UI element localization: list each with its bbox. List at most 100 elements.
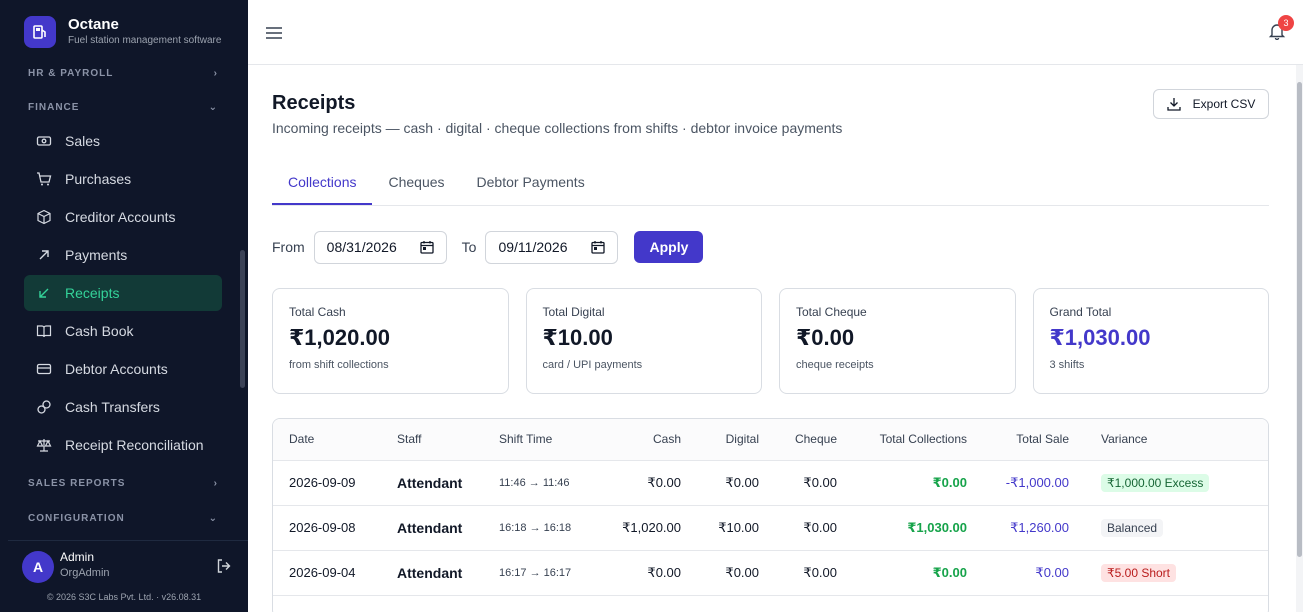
column-header[interactable]: Cheque [759,419,837,461]
sidebar-item-purchases[interactable]: Purchases [24,161,222,197]
cell-cash: ₹1,020.00 [601,505,681,551]
avatar[interactable]: A [22,551,54,583]
column-header[interactable]: Digital [681,419,759,461]
page-title: Receipts [272,92,356,114]
column-header[interactable]: Variance [1069,419,1268,461]
page-scrollbar[interactable] [1297,82,1302,557]
card-label: Total Digital [542,305,605,319]
sidebar-item-label: Sales [65,133,101,149]
sidebar-item-sales[interactable]: Sales [24,123,222,159]
to-date-value: 09/11/2026 [498,239,568,255]
cell-date: 2026-09-09 [273,460,397,506]
export-csv-button[interactable]: Export CSV [1153,89,1269,119]
cell-cheque: ₹0.00 [759,505,837,551]
cell-total-collections: ₹0.00 [837,460,967,506]
nav-section-finance[interactable]: FINANCE ⌄ [28,102,218,113]
sidebar-item-label: Creditor Accounts [65,209,176,225]
status-badge: Balanced [1101,518,1164,537]
sidebar-item-payments[interactable]: Payments [24,237,222,273]
sidebar-scrollbar[interactable] [240,250,245,388]
card-note: card / UPI payments [542,359,643,371]
sidebar-item-receipt-reconciliation[interactable]: Receipt Reconciliation [24,427,222,463]
brand-subtitle: Fuel station management software [68,35,222,46]
brand[interactable]: Octane Fuel station management software [24,16,221,48]
tab-debtor-payments[interactable]: Debtor Payments [461,165,601,205]
apply-button[interactable]: Apply [634,231,704,263]
tab-cheques[interactable]: Cheques [372,165,460,205]
sidebar-item-label: Receipts [65,285,120,301]
nav-section-configuration[interactable]: CONFIGURATION ⌄ [28,513,218,524]
cell-date: 2026-09-04 [273,550,397,596]
card-grand-total: Grand Total ₹1,030.00 3 shifts [1032,288,1269,394]
column-header[interactable]: Cash [601,419,681,461]
cell-total-sale: -₹1,000.00 [967,460,1069,506]
sidebar-item-label: Cash Book [65,323,134,339]
export-csv-label: Export CSV [1192,97,1256,111]
card-value: ₹1,020.00 [289,325,390,350]
card-note: cheque receipts [796,359,874,371]
chevron-down-icon: ⌄ [208,102,218,113]
column-header[interactable]: Date [273,419,397,461]
sidebar-item-debtor-accounts[interactable]: Debtor Accounts [24,351,222,387]
card-value: ₹0.00 [796,325,855,350]
card-note: 3 shifts [1049,359,1085,371]
main-content: Receipts Incoming receipts — cash · digi… [248,65,1296,612]
table-row[interactable]: 2026-09-09 Attendant 11:46 → 11:46 ₹0.00… [273,460,1268,506]
menu-icon[interactable] [265,24,283,42]
cell-staff: Attendant [397,505,499,551]
sidebar: Octane Fuel station management software … [0,0,248,612]
user-profile: A Admin OrgAdmin [8,540,248,590]
to-date-input[interactable]: 09/11/2026 [485,230,619,264]
cell-digital: ₹0.00 [681,550,759,596]
user-role: OrgAdmin [60,567,110,579]
calendar-icon [420,241,434,254]
sidebar-item-label: Receipt Reconciliation [65,437,204,453]
card-total-digital: Total Digital ₹10.00 card / UPI payments [525,288,762,394]
nav-section-hr[interactable]: HR & PAYROLL › [28,68,218,79]
user-name: Admin [60,550,95,564]
status-badge: ₹5.00 Short [1101,563,1177,582]
card-label: Total Cheque [796,305,867,319]
footer-copyright: © 2026 S3C Labs Pvt. Ltd. · v26.08.31 [46,592,202,602]
cell-shift-time: 16:18 → 16:18 [499,505,601,551]
brand-name: Octane [68,16,119,33]
cell-total-sale: ₹0.00 [967,550,1069,596]
from-date-input[interactable]: 08/31/2026 [313,230,447,264]
status-badge: ₹1,000.00 Excess [1101,473,1210,492]
column-header[interactable]: Total Sale [967,419,1069,461]
summary-cards: Total Cash ₹1,020.00 from shift collecti… [272,288,1269,394]
sidebar-item-label: Cash Transfers [65,399,160,415]
nav-section-sales-reports[interactable]: SALES REPORTS › [28,478,218,489]
sidebar-item-label: Payments [65,247,128,263]
cell-cash: ₹0.00 [601,460,681,506]
sidebar-item-creditor-accounts[interactable]: Creditor Accounts [24,199,222,235]
card-total-cheque: Total Cheque ₹0.00 cheque receipts [779,288,1016,394]
sidebar-item-cash-book[interactable]: Cash Book [24,313,222,349]
chevron-right-icon: › [213,478,218,489]
tab-collections[interactable]: Collections [272,165,373,205]
download-icon [1166,98,1181,111]
from-date-value: 08/31/2026 [326,239,397,255]
date-filter: From 08/31/2026 To 09/11/2026 Apply [272,230,704,264]
table-row[interactable]: 2026-09-04 Attendant 16:17 → 16:17 ₹0.00… [273,550,1268,596]
nav-section-label: HR & PAYROLL [28,68,114,79]
arrow-down-left-icon [36,285,52,301]
cell-cheque: ₹0.00 [759,550,837,596]
calendar-icon [591,241,606,254]
box-icon [36,209,52,225]
top-bar: 3 [248,0,1303,65]
logout-icon[interactable] [216,558,232,574]
sidebar-item-receipts[interactable]: Receipts [24,275,222,311]
book-icon [36,323,52,339]
nav-section-label: FINANCE [28,102,80,113]
column-header[interactable]: Shift Time [499,419,601,461]
sidebar-item-cash-transfers[interactable]: Cash Transfers [24,389,222,425]
column-header[interactable]: Staff [397,419,499,461]
card-label: Grand Total [1049,305,1112,319]
nav-section-label: SALES REPORTS [28,478,126,489]
collections-table: Date Staff Shift Time Cash Digital Chequ… [272,418,1269,612]
to-label: To [461,239,477,255]
column-header[interactable]: Total Collections [837,419,967,461]
table-row[interactable]: 2026-09-08 Attendant 16:18 → 16:18 ₹1,02… [273,505,1268,551]
card-icon [36,361,52,377]
